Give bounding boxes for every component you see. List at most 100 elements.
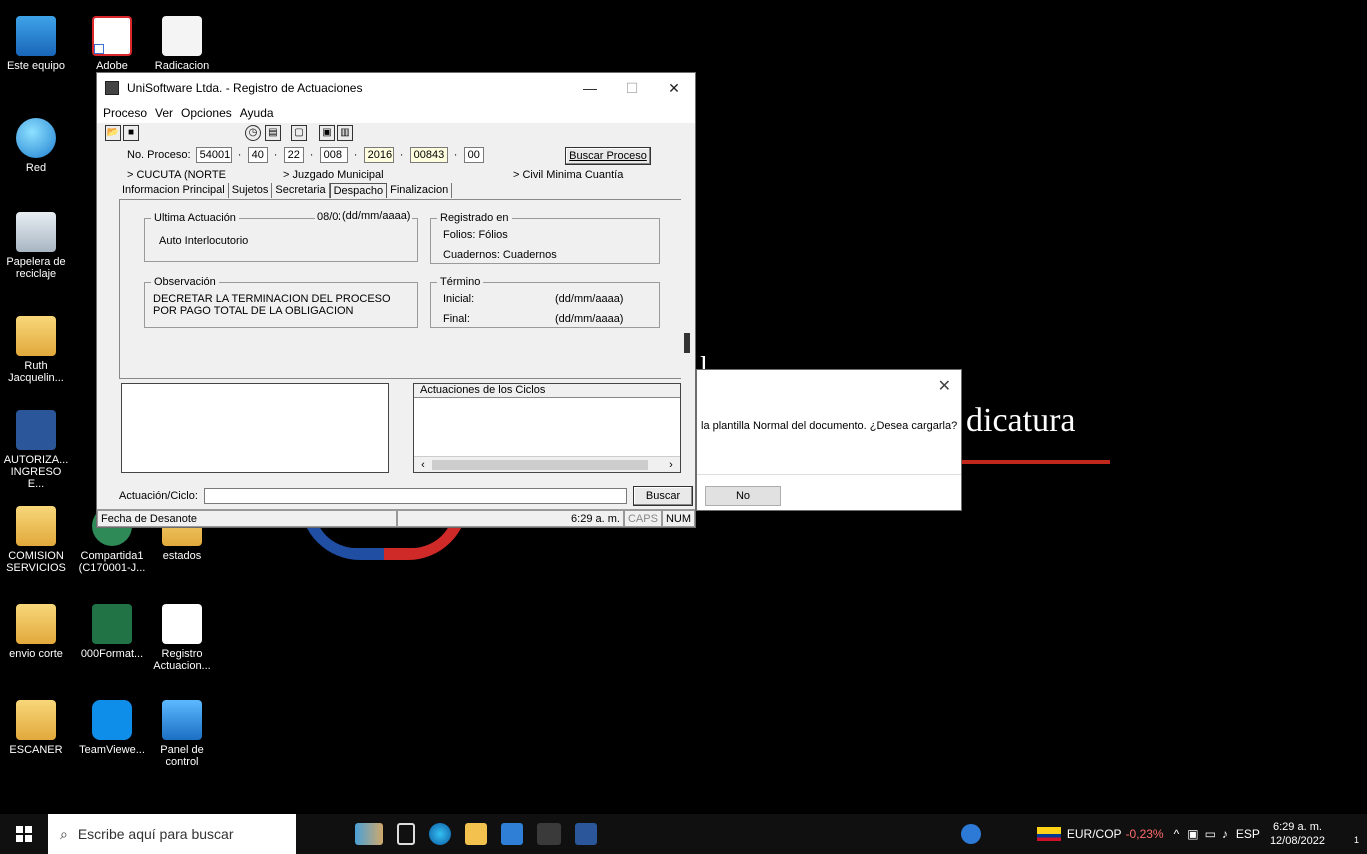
process-field-number[interactable]: 00843	[409, 147, 448, 163]
menu-proceso[interactable]: Proceso	[103, 106, 147, 120]
process-field-7[interactable]: 00	[463, 147, 484, 163]
ciclos-horizontal-scrollbar[interactable]: ‹ ›	[414, 456, 680, 472]
ultima-actuacion-legend: Ultima Actuación	[151, 212, 239, 224]
observacion-group: Observación DECRETAR LA TERMINACION DEL …	[144, 276, 418, 328]
scroll-right-icon[interactable]: ›	[664, 457, 678, 473]
toolbar: 📂 ■ ◷ ▤ ▢ ▣ ▥	[97, 123, 695, 143]
menu-opciones[interactable]: Opciones	[181, 106, 232, 120]
tab-secretaria[interactable]: Secretaria	[272, 183, 330, 198]
recycle-bin-icon	[16, 212, 56, 252]
menu-ver[interactable]: Ver	[155, 106, 173, 120]
help-icon[interactable]	[960, 824, 981, 844]
actuacion-input[interactable]	[203, 488, 627, 504]
file-explorer-icon[interactable]	[465, 823, 487, 845]
app-icon	[105, 81, 119, 95]
ultima-actuacion-value: Auto Interlocutorio	[159, 235, 249, 247]
tab-despacho[interactable]: Despacho	[329, 183, 388, 198]
notification-icon[interactable]: 1	[1335, 823, 1359, 845]
tray-app-icon[interactable]: ▣	[1187, 827, 1198, 841]
tab-sujetos[interactable]: Sujetos	[229, 183, 273, 198]
menu-ayuda[interactable]: Ayuda	[240, 106, 274, 120]
tab-strip: Informacion Principal Sujetos Secretaria…	[119, 183, 453, 198]
control-panel-icon	[162, 700, 202, 740]
edge-icon[interactable]	[429, 823, 451, 845]
desktop-icon-papelera[interactable]: Papelera de reciclaje	[2, 212, 70, 280]
start-button[interactable]	[0, 814, 48, 854]
desktop-icon-este-equipo[interactable]: Este equipo	[2, 16, 70, 72]
process-field-3[interactable]: 22	[283, 147, 304, 163]
word-taskbar-icon[interactable]	[575, 823, 597, 845]
clock-icon[interactable]: ◷	[245, 125, 261, 141]
inicial-label: Inicial:	[443, 293, 475, 305]
registro-app-icon	[162, 604, 202, 644]
info-type: > Civil Minima Cuantía	[513, 169, 624, 181]
search-icon: ⌕	[60, 825, 68, 842]
desktop-icon-formato[interactable]: 000Format...	[78, 604, 146, 660]
desktop-icon-teamviewer[interactable]: TeamViewe...	[78, 700, 146, 756]
volume-icon[interactable]: ♪	[1222, 827, 1228, 841]
print-icon[interactable]: ▣	[319, 125, 335, 141]
desktop-icon-comision[interactable]: COMISION SERVICIOS	[2, 506, 70, 574]
dialog-close-button[interactable]: ✕	[938, 376, 951, 396]
process-field-year[interactable]: 2016	[363, 147, 394, 163]
scroll-left-icon[interactable]: ‹	[416, 457, 430, 473]
language-indicator[interactable]: ESP	[1236, 827, 1260, 841]
open-folder-icon[interactable]: 📂	[105, 125, 121, 141]
maximize-button[interactable]: ☐	[611, 73, 653, 103]
process-number-row: No. Proceso: 54001 · 40 · 22 · 008 · 201…	[127, 147, 484, 163]
news-widget-icon[interactable]	[355, 823, 383, 845]
network-icon[interactable]: ▭	[1205, 827, 1216, 841]
colombia-flag-icon	[1036, 827, 1061, 841]
close-button[interactable]: ✕	[653, 73, 695, 103]
taskbar-search[interactable]: ⌕ Escribe aquí para buscar	[48, 814, 296, 854]
load-template-dialog: ✕ la plantilla Normal del documento. ¿De…	[696, 369, 962, 511]
desktop-icon-panel-control[interactable]: Panel de control	[148, 700, 216, 768]
desktop-icon-escaner[interactable]: ESCANER	[2, 700, 70, 756]
buscar-proceso-button[interactable]: Buscar Proceso	[565, 147, 651, 165]
tab-informacion-principal[interactable]: Informacion Principal	[119, 183, 229, 198]
dialog-no-button[interactable]: No	[705, 486, 781, 506]
notification-count: 1	[1353, 835, 1359, 845]
clock-time: 6:29 a. m.	[1273, 821, 1322, 833]
scroll-thumb[interactable]	[432, 460, 648, 470]
save-icon[interactable]: ■	[123, 125, 139, 141]
clock[interactable]: 6:29 a. m. 12/08/2022	[1270, 820, 1325, 848]
process-field-1[interactable]: 54001	[195, 147, 232, 163]
actuacion-search-row: Actuación/Ciclo: Buscar	[119, 483, 693, 509]
process-field-4[interactable]: 008	[319, 147, 348, 163]
title-bar[interactable]: UniSoftware Ltda. - Registro de Actuacio…	[97, 73, 695, 103]
buscar-button[interactable]: Buscar	[633, 486, 693, 506]
scroll-thumb[interactable]	[684, 333, 690, 353]
clock-date: 12/08/2022	[1269, 835, 1325, 847]
new-page-icon[interactable]: ▢	[291, 125, 307, 141]
panel-vertical-scrollbar[interactable]	[681, 199, 693, 379]
network-icon	[16, 118, 56, 158]
document-icon[interactable]: ▤	[265, 125, 281, 141]
desktop-icon-radicacion[interactable]: Radicacion	[148, 16, 216, 72]
registro-taskbar-icon[interactable]	[537, 823, 561, 845]
preview-icon[interactable]: ▥	[337, 125, 353, 141]
desktop-icon-red[interactable]: Red	[2, 118, 70, 174]
computer-icon	[16, 16, 56, 56]
store-icon[interactable]	[501, 823, 523, 845]
desktop-icon-envio-corte[interactable]: envio corte	[2, 604, 70, 660]
cuadernos-value: Cuadernos: Cuadernos	[443, 249, 557, 261]
desktop-icon-ruth[interactable]: Ruth Jacquelin...	[2, 316, 70, 384]
chevron-up-icon[interactable]: ^	[1174, 827, 1180, 841]
desktop-icon-adobe[interactable]: Adobe	[78, 16, 146, 72]
actuaciones-list[interactable]	[121, 383, 389, 473]
ticker-symbol[interactable]: EUR/COP	[1067, 827, 1122, 841]
folder-icon	[16, 316, 56, 356]
search-placeholder: Escribe aquí para buscar	[77, 826, 234, 842]
ciclos-list[interactable]: Actuaciones de los Ciclos ‹ ›	[413, 383, 681, 473]
tab-finalizacion[interactable]: Finalizacion	[387, 183, 453, 198]
minimize-button[interactable]: —	[569, 73, 611, 103]
app-icon	[162, 16, 202, 56]
desktop-icon-autoriza[interactable]: AUTORIZA... INGRESO E...	[2, 410, 70, 490]
desktop-icon-registro[interactable]: Registro Actuacion...	[148, 604, 216, 672]
process-field-2[interactable]: 40	[247, 147, 268, 163]
folder-icon	[16, 700, 56, 740]
task-view-icon[interactable]	[397, 823, 415, 845]
final-label: Final:	[443, 313, 470, 325]
taskbar: ⌕ Escribe aquí para buscar EUR/COP -0,23…	[0, 814, 1367, 854]
